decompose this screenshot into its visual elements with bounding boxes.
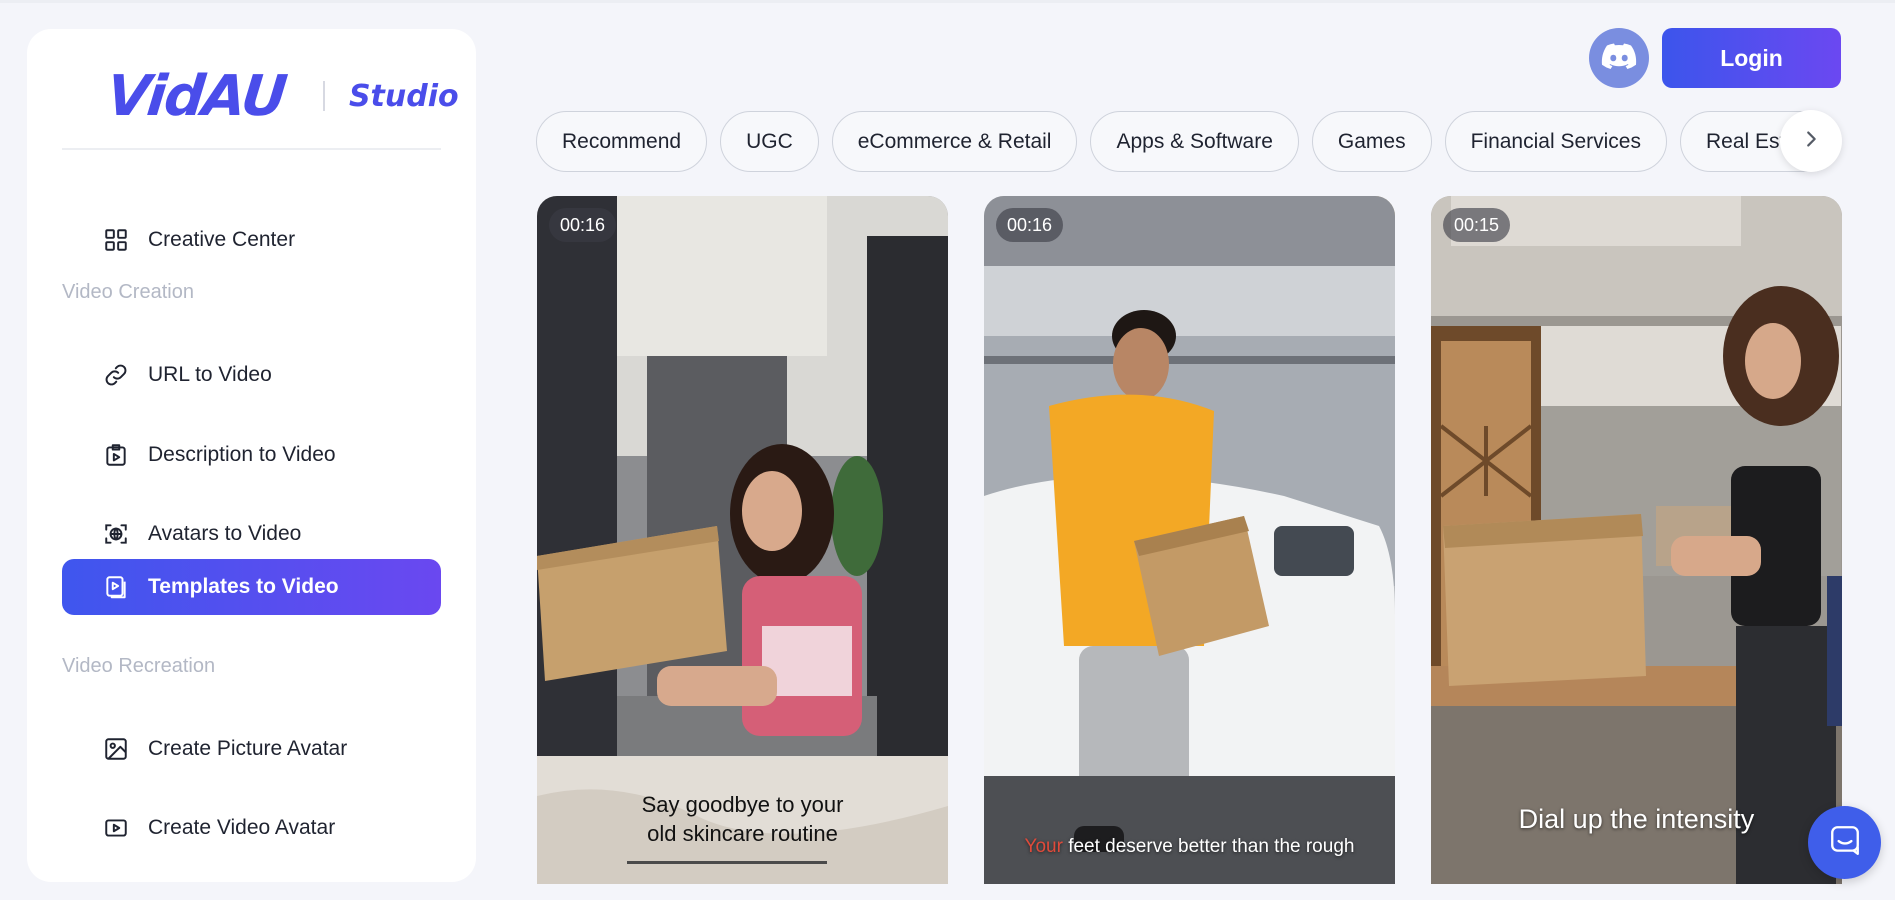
chip-financial-services[interactable]: Financial Services bbox=[1444, 111, 1667, 172]
brand-product-name: Studio bbox=[348, 78, 459, 114]
sidebar-item-creative-center[interactable]: Creative Center bbox=[62, 212, 441, 268]
video-caption: Dial up the intensity bbox=[1518, 804, 1755, 834]
sidebar-divider bbox=[62, 148, 441, 150]
vidau-logo: VidAU bbox=[103, 63, 289, 129]
brand-separator bbox=[322, 81, 325, 111]
login-button[interactable]: Login bbox=[1662, 28, 1841, 88]
chip-apps-software[interactable]: Apps & Software bbox=[1090, 111, 1299, 172]
chevron-right-icon bbox=[1800, 128, 1822, 155]
grid-icon bbox=[102, 226, 130, 254]
sidebar-item-description-to-video[interactable]: Description to Video bbox=[62, 427, 441, 483]
section-title-video-creation: Video Creation bbox=[62, 281, 194, 303]
sidebar-item-create-video-avatar[interactable]: Create Video Avatar bbox=[62, 800, 441, 856]
sidebar: VidAU Studio Creative Center Video Creat… bbox=[27, 29, 476, 882]
sidebar-item-label: Create Video Avatar bbox=[148, 816, 336, 839]
video-thumbnail bbox=[984, 196, 1395, 884]
sidebar-item-label: Creative Center bbox=[148, 228, 296, 251]
video-caption: Say goodbye to your old skincare routine bbox=[641, 792, 844, 846]
sidebar-item-create-picture-avatar[interactable]: Create Picture Avatar bbox=[62, 721, 441, 777]
video-card[interactable]: 00:16 Your feet deserve better than the … bbox=[984, 196, 1395, 884]
sidebar-item-label: Avatars to Video bbox=[148, 522, 302, 545]
chip-ecommerce-retail[interactable]: eCommerce & Retail bbox=[831, 111, 1078, 172]
chip-recommend[interactable]: Recommend bbox=[536, 111, 708, 172]
caption-text: feet deserve better than the rough bbox=[1062, 836, 1355, 857]
chip-games[interactable]: Games bbox=[1311, 111, 1432, 172]
brand[interactable]: VidAU Studio bbox=[103, 61, 459, 131]
caption-highlight: Your bbox=[1024, 836, 1063, 857]
chips-next-button[interactable] bbox=[1780, 110, 1842, 172]
video-duration-badge: 00:15 bbox=[1443, 208, 1511, 242]
video-duration-badge: 00:16 bbox=[996, 208, 1064, 242]
category-chips: Recommend UGC eCommerce & Retail Apps & … bbox=[536, 111, 1841, 173]
video-caption: Your feet deserve better than the rough bbox=[984, 836, 1395, 858]
sidebar-item-label: Description to Video bbox=[148, 443, 336, 466]
sidebar-item-avatars-to-video[interactable]: Avatars to Video bbox=[62, 506, 441, 562]
discord-button[interactable] bbox=[1589, 28, 1649, 88]
video-duration-badge: 00:16 bbox=[549, 208, 617, 242]
section-title-video-recreation: Video Recreation bbox=[62, 655, 216, 677]
chip-ugc[interactable]: UGC bbox=[720, 111, 819, 172]
top-border bbox=[0, 0, 1895, 3]
video-card[interactable]: 00:15 Dial up the intensity bbox=[1431, 196, 1842, 884]
image-icon bbox=[102, 735, 130, 763]
avatar-scan-icon bbox=[102, 520, 130, 548]
link-icon bbox=[102, 361, 130, 389]
video-thumbnail bbox=[537, 196, 948, 884]
template-icon bbox=[102, 573, 130, 601]
video-card[interactable]: 00:16 Say goodbye to your old skincare r… bbox=[537, 196, 948, 884]
video-thumbnail bbox=[1431, 196, 1842, 884]
discord-icon bbox=[1601, 42, 1637, 75]
sidebar-item-label: Templates to Video bbox=[148, 575, 339, 598]
sidebar-item-label: URL to Video bbox=[148, 363, 272, 386]
sidebar-item-templates-to-video[interactable]: Templates to Video bbox=[62, 559, 441, 615]
sidebar-item-label: Create Picture Avatar bbox=[148, 737, 348, 760]
clipboard-play-icon bbox=[102, 441, 130, 469]
video-icon bbox=[102, 814, 130, 842]
sidebar-item-url-to-video[interactable]: URL to Video bbox=[62, 347, 441, 403]
